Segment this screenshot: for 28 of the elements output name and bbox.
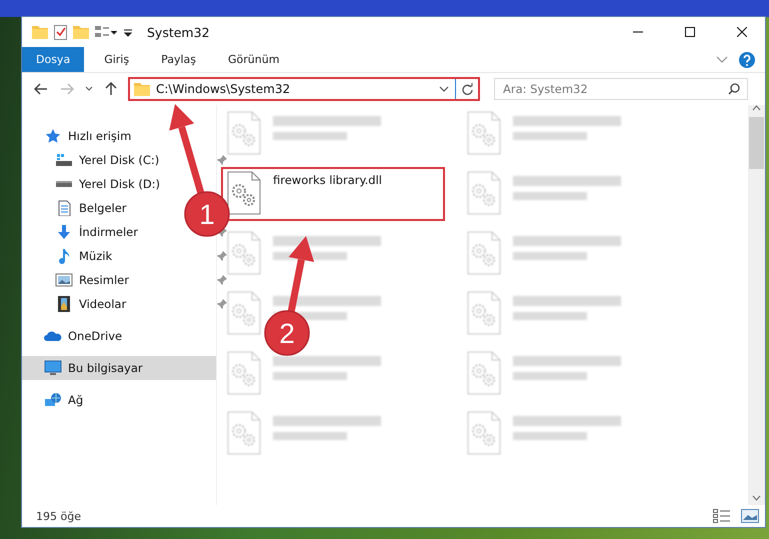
address-path: C:\Windows\System32 (156, 82, 292, 96)
ribbon-tab[interactable]: Paylaş (147, 47, 210, 72)
sidebar-item[interactable]: Hızlı erişim (22, 124, 216, 148)
sidebar-item[interactable]: İndirmeler (79, 225, 138, 239)
ribbon-tab[interactable]: Dosya (22, 47, 84, 72)
search-field[interactable]: Ara: System32 (494, 78, 748, 100)
sidebar-item[interactable]: Bu bilgisayar (22, 356, 216, 380)
address-bar[interactable]: C:\Windows\System32 (128, 77, 480, 101)
sidebar-item[interactable]: Yerel Disk (D:) (79, 177, 160, 191)
sidebar-item[interactable]: Resimler (79, 273, 129, 287)
sidebar-label: OneDrive (68, 329, 122, 343)
item-count: 195 öğe (36, 510, 82, 522)
sidebar-item[interactable]: OneDrive (22, 324, 216, 348)
step-badge: 2 (264, 310, 310, 356)
sidebar-label: Ağ (68, 393, 84, 407)
sidebar-label: Hızlı erişim (68, 129, 132, 143)
sidebar-item[interactable]: Yerel Disk (C:) (79, 153, 160, 167)
ribbon-tab[interactable]: Giriş (90, 47, 144, 72)
window-title: System32 (147, 24, 211, 40)
sidebar-item[interactable]: Belgeler (79, 201, 127, 215)
sidebar-label: Bu bilgisayar (68, 361, 143, 375)
file-item[interactable]: fireworks library.dll (221, 167, 445, 221)
step-badge: 1 (184, 191, 230, 237)
sidebar-item[interactable]: Videolar (79, 297, 126, 311)
sidebar-item[interactable]: Ağ (22, 388, 216, 412)
ribbon-tab[interactable]: Görünüm (214, 47, 294, 72)
sidebar-item[interactable]: Müzik (79, 249, 112, 263)
file-name: fireworks library.dll (273, 173, 382, 187)
